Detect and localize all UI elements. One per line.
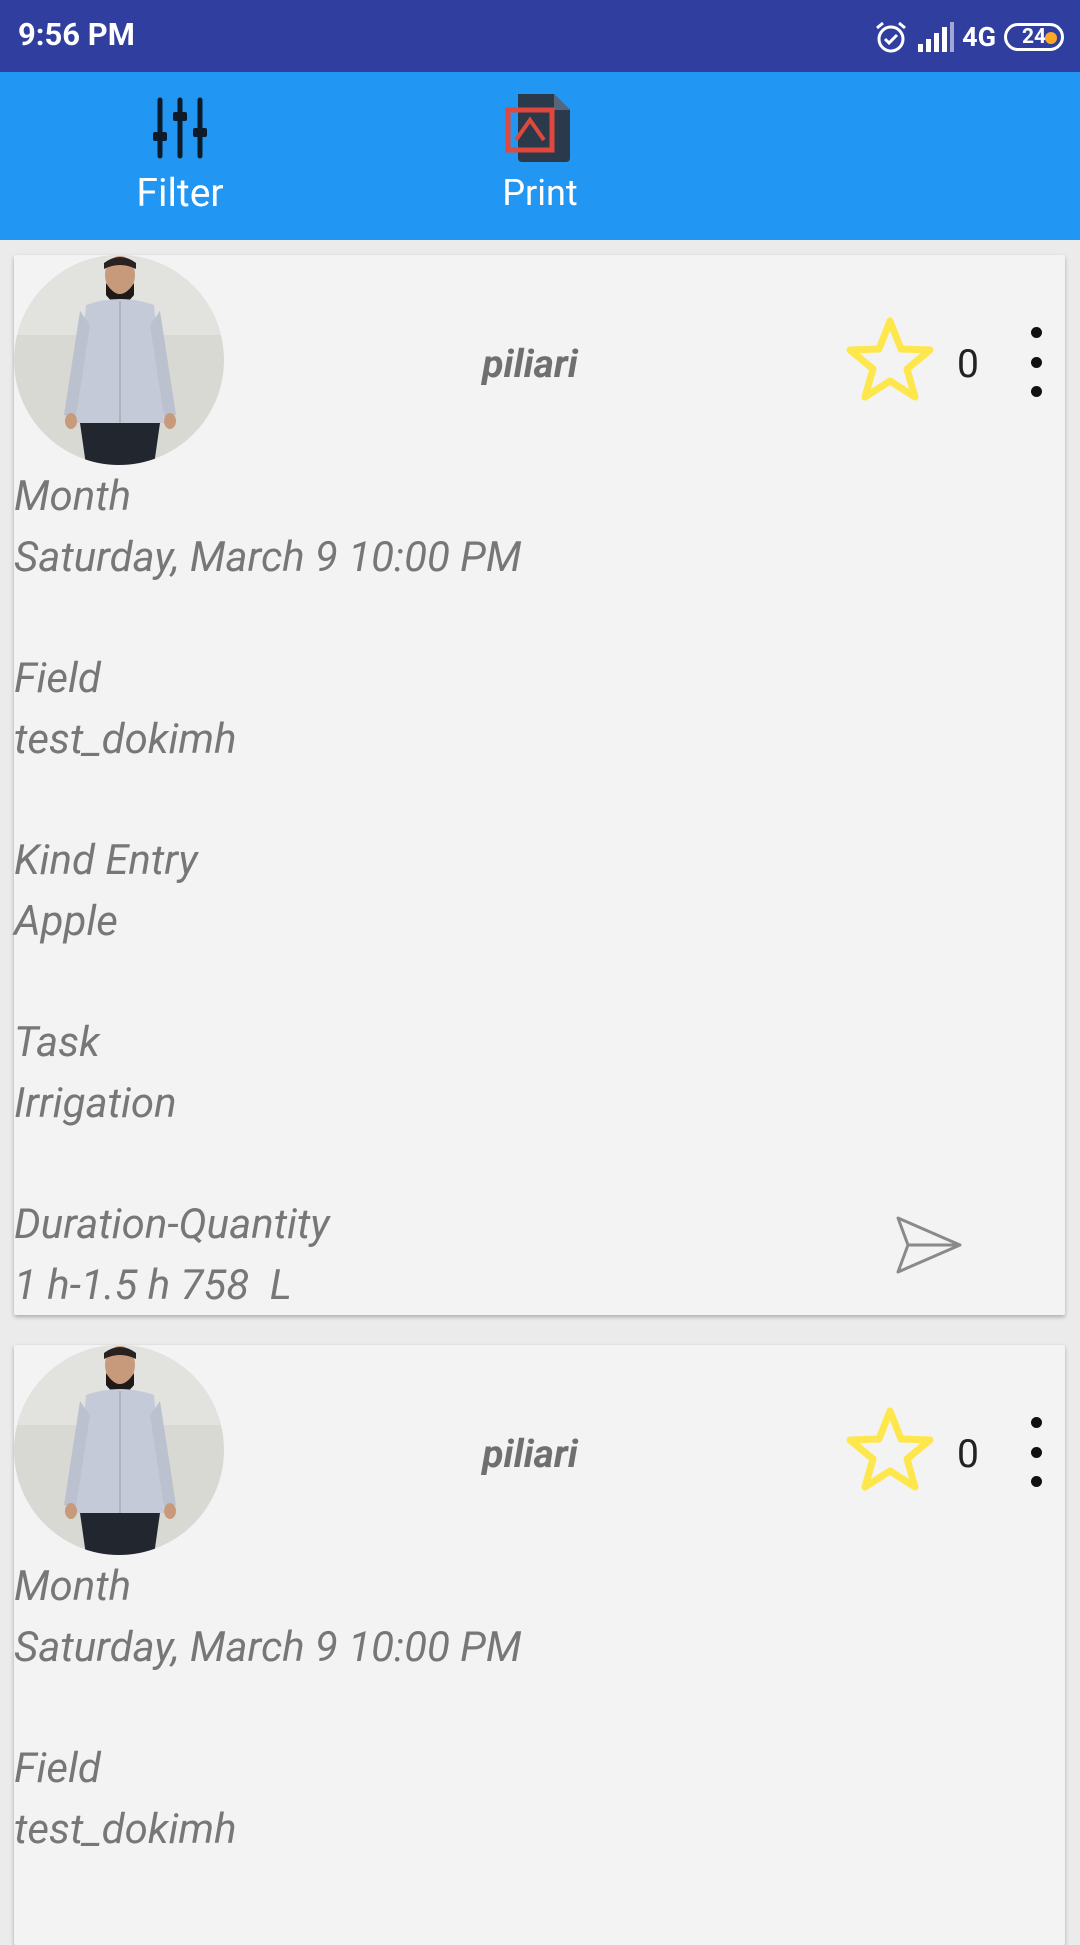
field-label-task: Task <box>14 1018 100 1067</box>
filter-button[interactable]: Filter <box>120 72 240 240</box>
field-value-month: Saturday, March 9 10:00 PM <box>14 533 522 582</box>
username: piliari <box>482 341 578 387</box>
print-button[interactable]: Print <box>480 72 600 240</box>
username: piliari <box>482 1431 578 1477</box>
field-value-field: test_dokimh <box>14 1805 237 1854</box>
battery-level: 24 <box>1021 24 1047 49</box>
star-count: 0 <box>957 1431 979 1477</box>
alarm-icon <box>876 21 907 53</box>
pdf-icon <box>505 94 570 162</box>
avatar[interactable] <box>14 1345 224 1555</box>
status-icons: 4G 24 <box>874 18 1064 56</box>
field-value-field: test_dokimh <box>14 715 237 764</box>
field-label-field: Field <box>14 654 101 703</box>
star-count: 0 <box>957 341 979 387</box>
field-label-duration-quantity: Duration-Quantity <box>14 1200 330 1249</box>
sliders-icon <box>153 97 207 159</box>
filter-label: Filter <box>136 170 224 216</box>
battery-charge-dot <box>1045 32 1057 44</box>
print-label: Print <box>502 172 578 214</box>
entry-card[interactable]: piliari 0 Month Saturday, March 9 10:00 … <box>14 1345 1065 1945</box>
field-value-kind-entry: Apple <box>14 897 118 946</box>
star-icon[interactable] <box>844 1405 936 1493</box>
field-label-field: Field <box>14 1744 101 1793</box>
field-value-task: Irrigation <box>14 1079 177 1128</box>
more-vert-icon[interactable] <box>1030 327 1042 397</box>
entry-card[interactable]: piliari 0 Month Saturday, March 9 10:00 … <box>14 255 1065 1315</box>
status-bar: 9:56 PM 4G 24 <box>0 0 1080 72</box>
action-toolbar: Filter Print <box>0 72 1080 240</box>
status-time: 9:56 PM <box>18 16 135 53</box>
field-value-duration-quantity: 1 h-1.5 h 758 L <box>14 1261 292 1310</box>
send-icon[interactable] <box>894 1212 964 1278</box>
field-value-month: Saturday, March 9 10:00 PM <box>14 1623 522 1672</box>
avatar[interactable] <box>14 255 224 465</box>
field-label-month: Month <box>14 1562 132 1611</box>
more-vert-icon[interactable] <box>1030 1417 1042 1487</box>
network-type: 4G <box>962 21 996 53</box>
star-icon[interactable] <box>844 315 936 403</box>
signal-icon <box>918 22 955 52</box>
battery-icon: 24 <box>1004 23 1064 51</box>
field-label-kind-entry: Kind Entry <box>14 836 198 885</box>
field-label-month: Month <box>14 472 132 521</box>
